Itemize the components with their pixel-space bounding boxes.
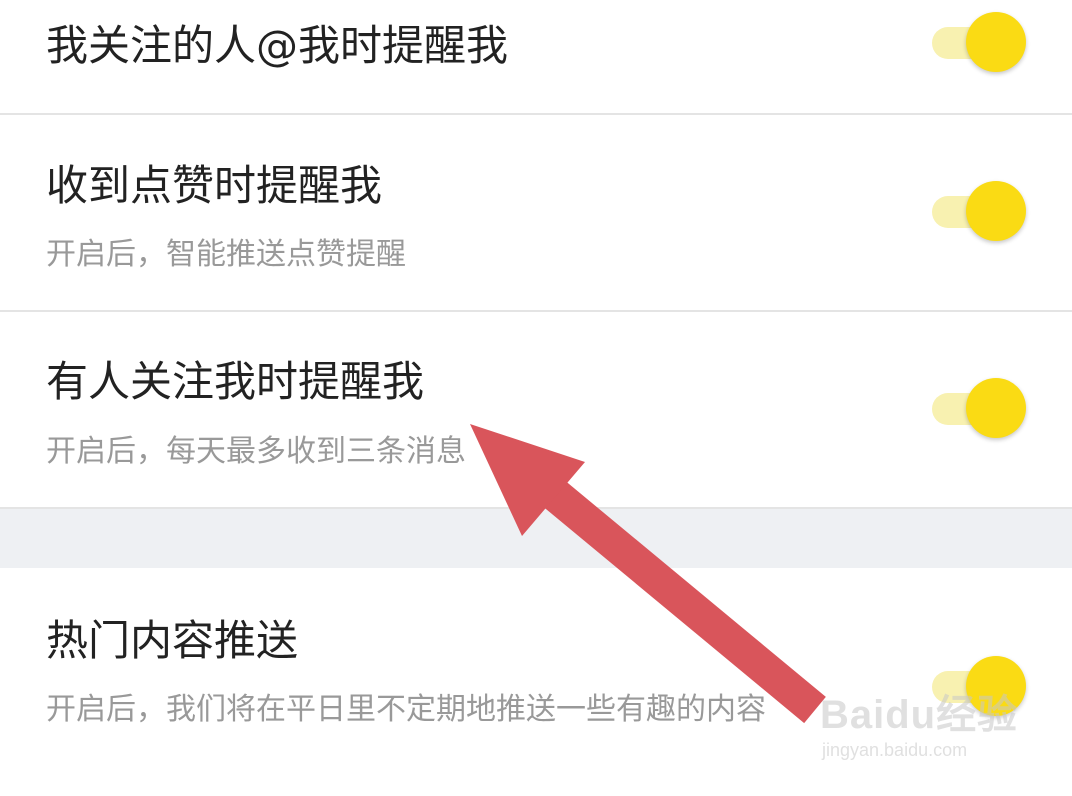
follow-toggle[interactable]: [930, 378, 1026, 438]
setting-row-mention[interactable]: 我关注的人@我时提醒我: [0, 0, 1072, 113]
setting-title: 有人关注我时提醒我: [46, 357, 425, 406]
toggle-thumb: [966, 181, 1026, 241]
setting-description: 开启后，我们将在平日里不定期地推送一些有趣的内容: [46, 692, 766, 727]
setting-row-follow[interactable]: 有人关注我时提醒我 开启后，每天最多收到三条消息: [0, 312, 1072, 507]
setting-title: 我关注的人@我时提醒我: [46, 21, 509, 70]
toggle-thumb: [966, 378, 1026, 438]
setting-row-like[interactable]: 收到点赞时提醒我 开启后，智能推送点赞提醒: [0, 115, 1072, 310]
watermark-url: jingyan.baidu.com: [822, 740, 968, 760]
toggle-thumb: [966, 12, 1026, 72]
setting-description: 开启后，每天最多收到三条消息: [46, 434, 466, 469]
setting-description: 开启后，智能推送点赞提醒: [46, 237, 406, 272]
baidu-jingyan-watermark: Baidu经验 jingyan.baidu.com: [820, 682, 1020, 774]
setting-title: 收到点赞时提醒我: [46, 161, 383, 210]
watermark-brand: Baidu经验: [820, 693, 1019, 737]
setting-title: 热门内容推送: [46, 616, 299, 665]
like-toggle[interactable]: [930, 181, 1026, 241]
notification-settings-screen: 我关注的人@我时提醒我 收到点赞时提醒我 开启后，智能推送点赞提醒 有人关注我时…: [0, 0, 1072, 796]
section-gap: [0, 509, 1072, 568]
mention-toggle[interactable]: [930, 12, 1026, 72]
